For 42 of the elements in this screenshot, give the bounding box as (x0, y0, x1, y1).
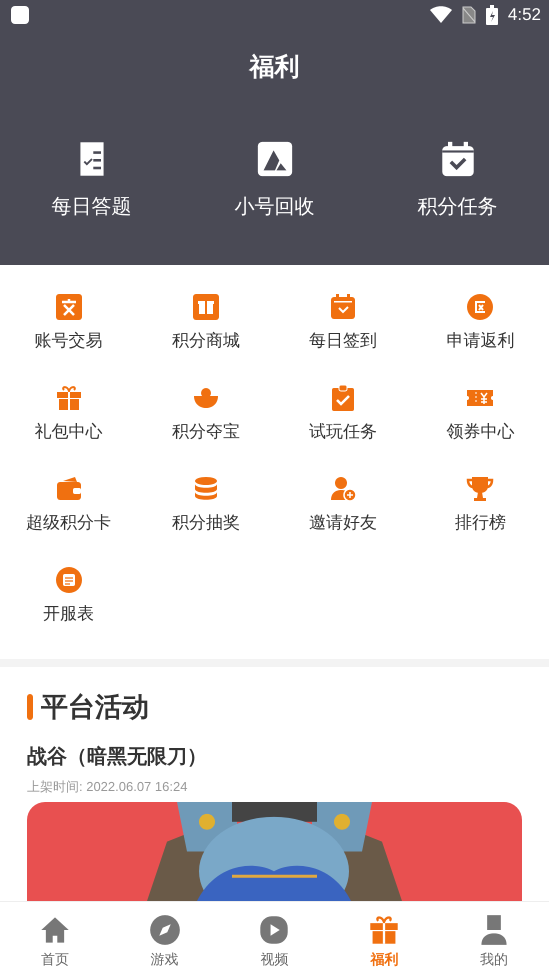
feature-button[interactable]: 排行榜 (412, 475, 549, 534)
feature-button[interactable]: 积分抽奖 (137, 475, 274, 534)
compass-icon (148, 914, 181, 946)
play-icon (258, 914, 290, 946)
wifi-icon (430, 6, 452, 24)
accent-bar (27, 694, 33, 720)
feature-button[interactable]: 开服表 (0, 566, 138, 625)
quick-action-button[interactable]: 每日答题 (0, 139, 183, 220)
wallet-icon (54, 475, 83, 503)
calendar-check-icon (329, 293, 358, 321)
rebate-icon (466, 293, 494, 321)
feature-button[interactable]: 申请返利 (412, 293, 549, 352)
trade-icon (54, 293, 83, 321)
page-title: 福利 (250, 51, 300, 83)
feature-button[interactable]: 领券中心 (412, 384, 549, 443)
clock-time: 4:52 (508, 5, 541, 25)
trophy-icon (466, 475, 494, 503)
game-title[interactable]: 战谷（暗黑无限刀） (27, 743, 207, 770)
no-sim-icon (462, 6, 476, 24)
feature-button[interactable]: 邀请好友 (274, 475, 412, 534)
feature-button[interactable]: 每日签到 (274, 293, 412, 352)
feature-button[interactable]: 积分夺宝 (137, 384, 274, 443)
section-title: 平台活动 (41, 691, 149, 725)
gift-box-icon (192, 293, 220, 321)
feature-button[interactable]: 账号交易 (0, 293, 138, 352)
nav-tab[interactable]: 我的 (439, 902, 549, 980)
gift-icon (54, 384, 83, 412)
feature-button[interactable]: 礼包中心 (0, 384, 138, 443)
feature-button[interactable]: 超级积分卡 (0, 475, 138, 534)
quick-action-button[interactable]: 积分任务 (366, 139, 549, 220)
nav-tab[interactable]: 首页 (0, 902, 110, 980)
gift-icon (368, 914, 400, 946)
feature-button[interactable]: 试玩任务 (274, 384, 412, 443)
nav-tab[interactable]: 视频 (220, 902, 330, 980)
app-notification-icon (10, 5, 30, 25)
document-icon (54, 566, 83, 594)
add-friend-icon (329, 475, 358, 503)
listed-time: 上架时间: 2022.06.07 16:24 (27, 778, 188, 796)
feature-button[interactable]: 积分商城 (137, 293, 274, 352)
nav-tab[interactable]: 游戏 (110, 902, 220, 980)
quick-action-button[interactable]: 小号回收 (183, 139, 366, 220)
battery-charging-icon (486, 5, 498, 25)
